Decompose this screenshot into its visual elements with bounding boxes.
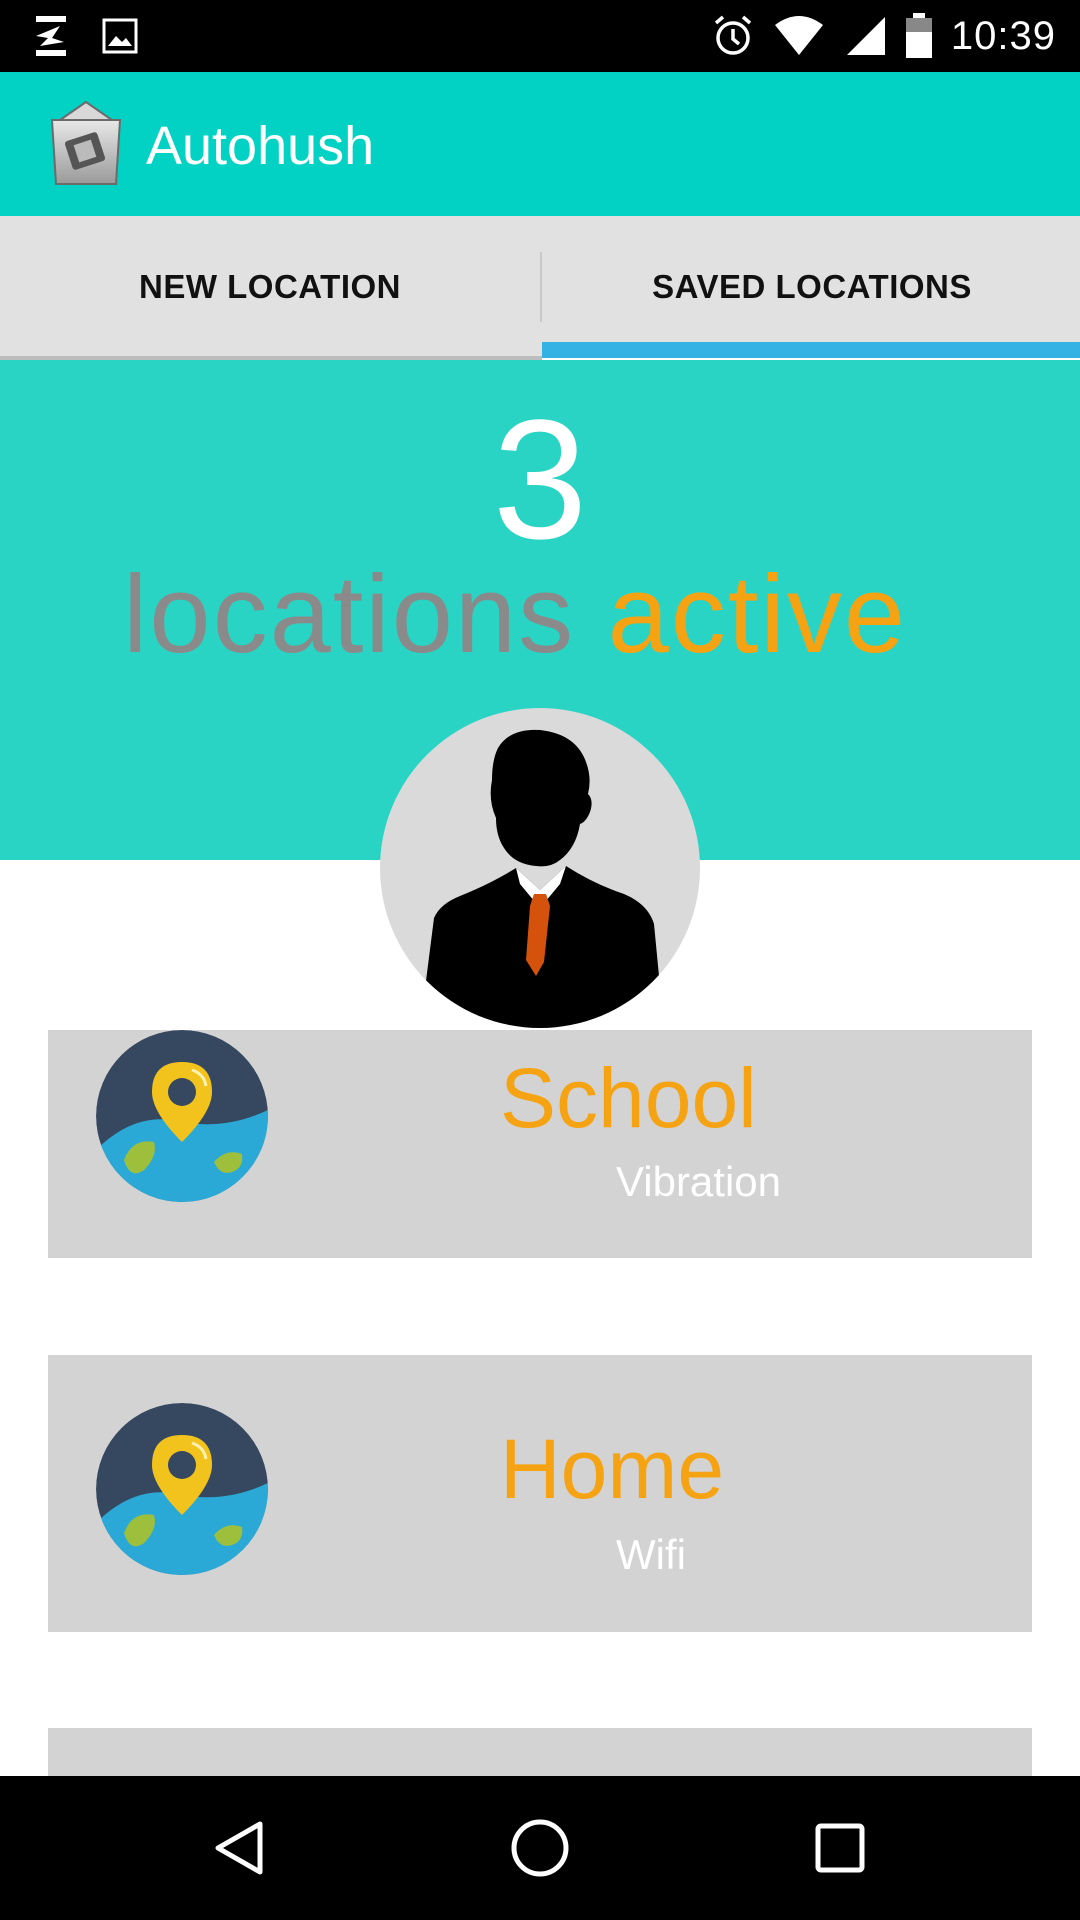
location-card[interactable]: Home Wifi bbox=[48, 1355, 1032, 1632]
location-card[interactable]: School Vibration bbox=[48, 1030, 1032, 1258]
status-right-icons: 10:39 bbox=[711, 0, 1056, 72]
active-label: locations active bbox=[0, 560, 1030, 670]
location-mode: Wifi bbox=[616, 1531, 686, 1578]
location-name: Home bbox=[500, 1422, 725, 1516]
tab-bar: NEW LOCATION SAVED LOCATIONS bbox=[0, 216, 1080, 358]
location-name: School bbox=[500, 1051, 757, 1145]
location-card[interactable] bbox=[48, 1728, 1032, 1776]
status-bar: 10:39 bbox=[0, 0, 1080, 72]
recents-icon bbox=[815, 1823, 865, 1873]
nav-recents-button[interactable] bbox=[780, 1776, 900, 1920]
autohush-logo-icon bbox=[50, 100, 122, 185]
battery-icon bbox=[905, 13, 932, 58]
system-nav-bar bbox=[0, 1776, 1080, 1920]
person-silhouette-icon bbox=[420, 729, 664, 1028]
tab-saved-locations[interactable]: SAVED LOCATIONS bbox=[542, 216, 1080, 358]
signal-icon bbox=[846, 17, 885, 55]
home-icon bbox=[511, 1819, 569, 1877]
active-label-locations: locations bbox=[122, 553, 576, 676]
location-mode: Vibration bbox=[616, 1158, 782, 1205]
tab-selected-indicator bbox=[542, 342, 1080, 358]
active-count: 3 bbox=[492, 385, 588, 575]
back-icon bbox=[215, 1821, 263, 1875]
alarm-icon bbox=[714, 15, 752, 55]
user-avatar[interactable] bbox=[380, 708, 700, 1028]
app-bar: Autohush bbox=[0, 72, 1080, 216]
nav-home-button[interactable] bbox=[480, 1776, 600, 1920]
status-left-icons bbox=[30, 12, 140, 60]
nav-back-button[interactable] bbox=[180, 1776, 300, 1920]
wifi-icon bbox=[774, 16, 823, 55]
tab-new-location[interactable]: NEW LOCATION bbox=[0, 216, 540, 358]
active-label-active: active bbox=[607, 553, 908, 676]
status-time: 10:39 bbox=[950, 13, 1056, 58]
location-globe-icon bbox=[96, 1403, 268, 1575]
location-globe-icon bbox=[96, 1030, 268, 1202]
app-title: Autohush bbox=[146, 116, 375, 176]
image-icon bbox=[102, 18, 138, 54]
notification-app-icon bbox=[36, 16, 66, 56]
